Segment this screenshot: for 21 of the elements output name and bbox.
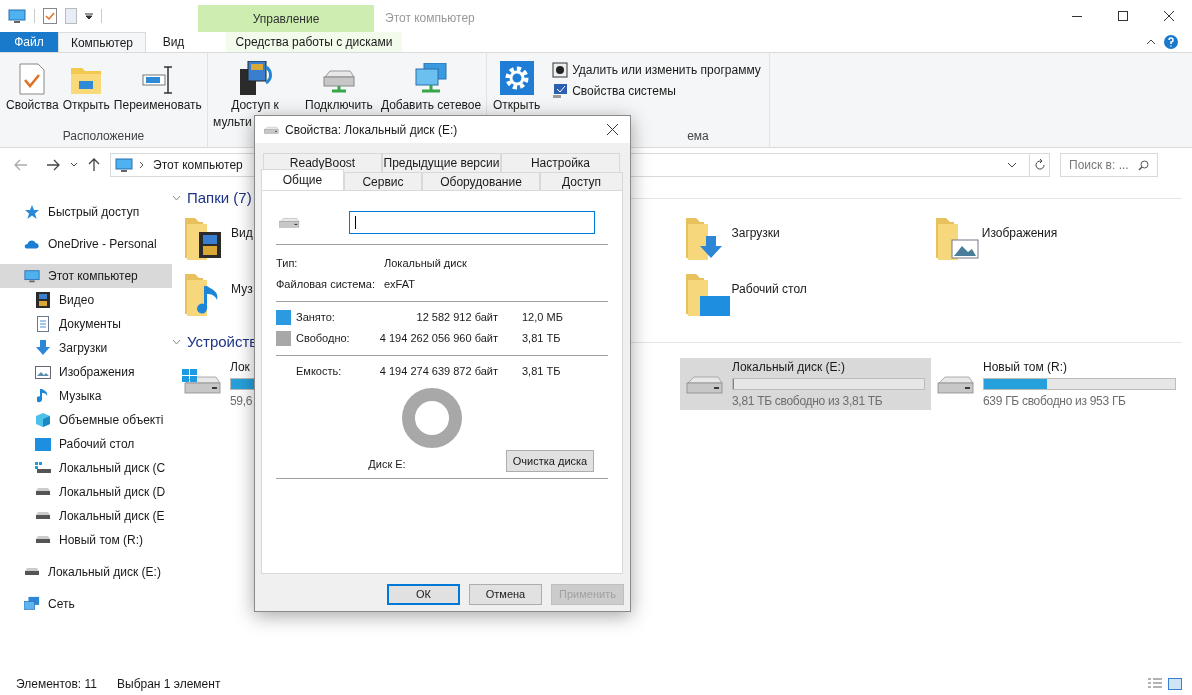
size-value: 3,81 ТБ: [522, 364, 561, 380]
ribbon-group-label: ема: [687, 128, 709, 145]
byte-count: 12 582 912 байт: [415, 310, 498, 326]
drive-letter-label: Диск E:: [367, 456, 407, 472]
property-label: Свободно:: [296, 331, 351, 347]
context-tab-group: Управление: [198, 5, 374, 32]
property-label: Файловая система:: [276, 277, 377, 293]
byte-count: 4 194 274 639 872 байт: [378, 364, 498, 380]
property-value: Локальный диск: [384, 256, 467, 272]
byte-count: 4 194 262 056 960 байт: [378, 331, 498, 347]
ribbon-group-label: Расположение: [62, 128, 145, 145]
property-label: Занято:: [296, 310, 336, 326]
dialog-title: Свойства: Локальный диск (E:): [285, 121, 458, 139]
property-value: exFAT: [384, 277, 415, 293]
window-title: Этот компьютер: [385, 10, 475, 27]
selection-status: Выбран 1 элемент: [117, 675, 221, 693]
property-label: Емкость:: [296, 364, 343, 380]
size-value: 3,81 ТБ: [522, 331, 561, 347]
property-label: Тип:: [276, 256, 299, 272]
size-value: 12,0 МБ: [522, 310, 563, 326]
item-count: Элементов: 11: [16, 675, 97, 693]
